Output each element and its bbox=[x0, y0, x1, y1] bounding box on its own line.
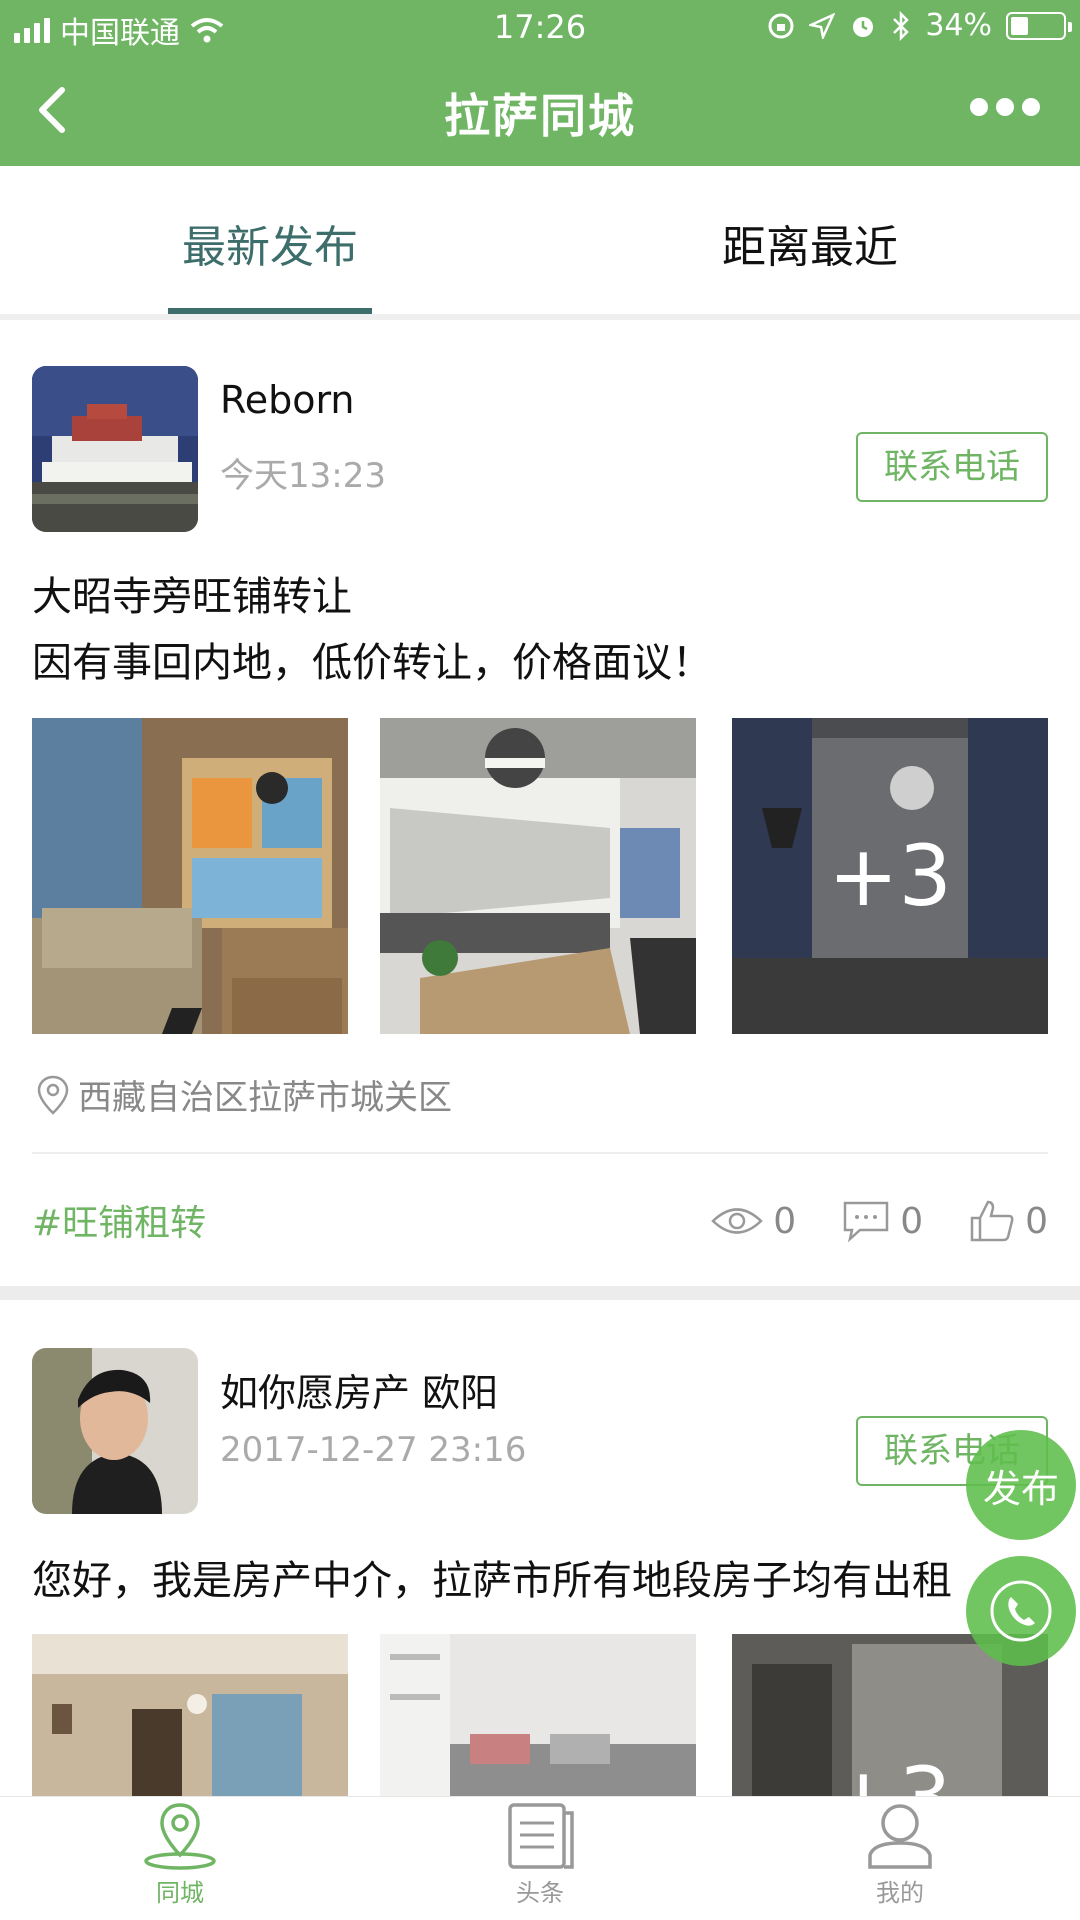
post-image[interactable] bbox=[32, 1634, 348, 1796]
divider bbox=[32, 1152, 1048, 1154]
more-options-icon[interactable] bbox=[970, 98, 1040, 116]
battery-icon bbox=[1006, 11, 1072, 40]
tab-bar: 最新发布 距离最近 bbox=[0, 174, 1080, 320]
top-bar: 中国联通 17:26 34% 拉萨同城 bbox=[0, 0, 1080, 166]
post-time: 今天13:23 bbox=[220, 456, 386, 496]
avatar[interactable] bbox=[32, 366, 198, 532]
tab-nearest[interactable]: 距离最近 bbox=[680, 174, 940, 314]
phone-icon bbox=[990, 1580, 1052, 1642]
battery-percent: 34% bbox=[925, 8, 992, 43]
post-image[interactable] bbox=[380, 1634, 696, 1796]
location-pin-icon bbox=[37, 1075, 69, 1115]
bottom-nav-label: 同城 bbox=[156, 1879, 204, 1907]
views-count: 0 bbox=[773, 1200, 797, 1242]
author-name: Reborn bbox=[220, 378, 355, 422]
comments-count: 0 bbox=[900, 1200, 924, 1242]
comments-stat[interactable]: 0 bbox=[842, 1200, 923, 1242]
location-arrow-icon bbox=[809, 12, 836, 39]
author-name: 如你愿房产 欧阳 bbox=[220, 1371, 499, 1415]
post-image[interactable] bbox=[380, 718, 696, 1034]
status-bar: 中国联通 17:26 34% bbox=[0, 0, 1080, 54]
post-title: 大昭寺旁旺铺转让 bbox=[32, 574, 352, 620]
more-images-count: +3 bbox=[732, 1749, 1048, 1796]
post-separator bbox=[0, 1286, 1080, 1300]
post-card[interactable]: 如你愿房产 欧阳 2017-12-27 23:16 联系电话 您好，我是房产中介… bbox=[0, 1300, 1080, 1800]
bottom-nav-city[interactable]: 同城 bbox=[80, 1801, 280, 1908]
eye-icon bbox=[711, 1208, 764, 1234]
bluetooth-icon bbox=[893, 10, 910, 41]
bottom-nav-headlines[interactable]: 头条 bbox=[440, 1801, 640, 1908]
likes-stat[interactable]: 0 bbox=[969, 1198, 1048, 1244]
post-location: 西藏自治区拉萨市城关区 bbox=[36, 1070, 452, 1119]
post-tag[interactable]: #旺铺租转 bbox=[32, 1194, 206, 1246]
publish-button[interactable]: 发布 bbox=[966, 1430, 1076, 1540]
bottom-nav-label: 我的 bbox=[876, 1879, 924, 1907]
post-image-more[interactable]: +3 bbox=[732, 718, 1048, 1034]
comment-icon bbox=[843, 1201, 889, 1242]
tab-active-indicator bbox=[168, 308, 372, 314]
post-description: 因有事回内地，低价转让，价格面议！ bbox=[32, 640, 712, 686]
tab-latest[interactable]: 最新发布 bbox=[140, 174, 400, 314]
contact-phone-button[interactable]: 联系电话 bbox=[856, 432, 1048, 502]
bottom-nav-label: 头条 bbox=[516, 1879, 564, 1907]
rotation-lock-icon bbox=[768, 13, 794, 38]
post-time: 2017-12-27 23:16 bbox=[220, 1430, 527, 1470]
user-icon bbox=[868, 1804, 932, 1869]
avatar[interactable] bbox=[32, 1348, 198, 1514]
views-stat: 0 bbox=[711, 1201, 796, 1242]
page-title: 拉萨同城 bbox=[444, 89, 636, 143]
bottom-nav: 同城 头条 我的 bbox=[0, 1796, 1080, 1920]
location-pin-icon bbox=[144, 1803, 216, 1870]
bottom-nav-mine[interactable]: 我的 bbox=[800, 1801, 1000, 1908]
likes-count: 0 bbox=[1025, 1200, 1048, 1242]
post-card[interactable]: Reborn 今天13:23 联系电话 大昭寺旁旺铺转让 因有事回内地，低价转让… bbox=[0, 326, 1080, 1286]
location-text: 西藏自治区拉萨市城关区 bbox=[78, 1078, 452, 1118]
more-images-count: +3 bbox=[828, 827, 952, 925]
post-stats: 0 0 0 bbox=[711, 1198, 1048, 1244]
phone-button[interactable] bbox=[966, 1556, 1076, 1666]
news-icon bbox=[508, 1803, 574, 1869]
post-image[interactable] bbox=[32, 718, 348, 1034]
nav-bar: 拉萨同城 bbox=[0, 54, 1080, 166]
post-title: 您好，我是房产中介，拉萨市所有地段房子均有出租 bbox=[32, 1558, 952, 1604]
alarm-icon bbox=[853, 16, 874, 37]
thumbs-up-icon bbox=[970, 1200, 1014, 1242]
